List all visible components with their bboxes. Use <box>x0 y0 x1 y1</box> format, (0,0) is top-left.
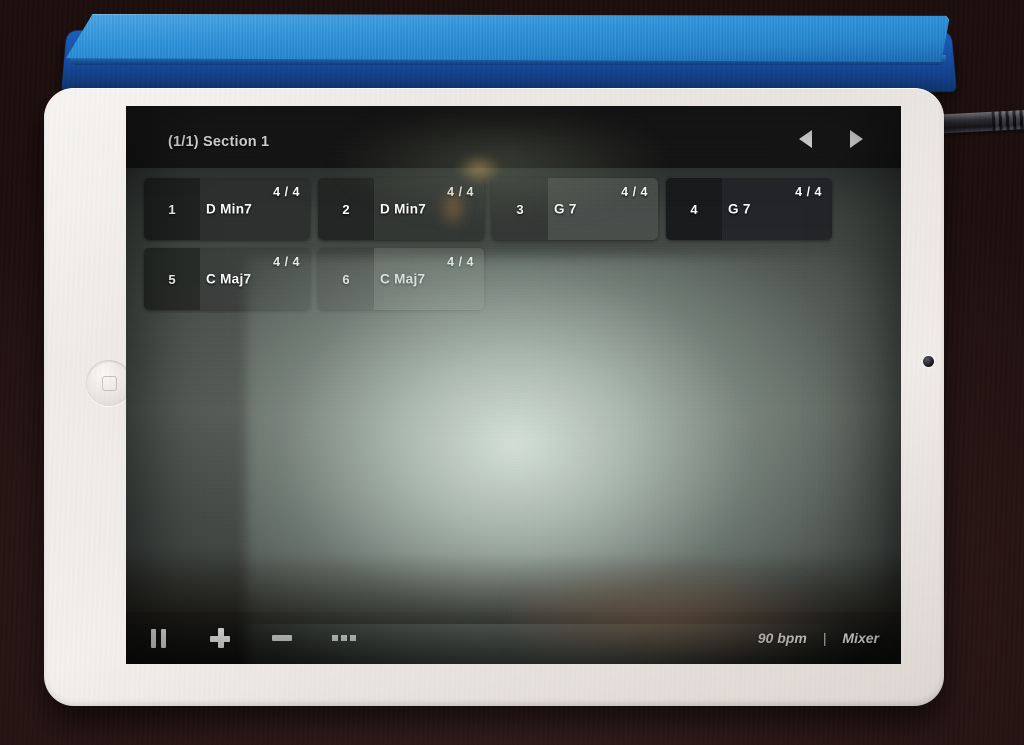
chord-cell-name: G 7 <box>728 202 751 217</box>
ellipsis-icon <box>332 635 356 641</box>
front-camera <box>923 356 934 367</box>
ipad-screen: (1/1) Section 1 1 D Min7 4 / 4 2 D Min7 … <box>126 106 901 664</box>
transport-tools <box>144 612 358 664</box>
plus-icon <box>210 628 230 648</box>
more-options-button[interactable] <box>330 624 358 652</box>
chord-cell-number: 1 <box>144 178 200 240</box>
section-navigation <box>799 130 863 148</box>
previous-section-arrow-icon[interactable] <box>799 130 812 148</box>
chord-grid: 1 D Min7 4 / 4 2 D Min7 4 / 4 3 G 7 4 / … <box>144 178 864 310</box>
chord-cell[interactable]: 3 G 7 4 / 4 <box>492 178 658 240</box>
chord-cell-time-signature: 4 / 4 <box>273 185 300 199</box>
pause-button[interactable] <box>144 624 172 652</box>
chord-cell[interactable]: 5 C Maj7 4 / 4 <box>144 248 310 310</box>
pause-icon <box>151 629 166 648</box>
headphone-cable <box>938 109 1024 133</box>
chord-cell[interactable]: 2 D Min7 4 / 4 <box>318 178 484 240</box>
chord-cell-time-signature: 4 / 4 <box>621 185 648 199</box>
chord-cell-number: 4 <box>666 178 722 240</box>
tempo-value[interactable]: 90 bpm <box>758 630 807 646</box>
chord-cell-name: C Maj7 <box>380 272 425 287</box>
chord-cell-number: 6 <box>318 248 374 310</box>
chord-cell-time-signature: 4 / 4 <box>447 255 474 269</box>
chord-cell-name: G 7 <box>554 202 577 217</box>
next-section-arrow-icon[interactable] <box>850 130 863 148</box>
status-separator: | <box>823 630 827 646</box>
chord-cell[interactable]: 4 G 7 4 / 4 <box>666 178 832 240</box>
chord-cell-time-signature: 4 / 4 <box>273 255 300 269</box>
chord-cell[interactable]: 6 C Maj7 4 / 4 <box>318 248 484 310</box>
chord-cell-time-signature: 4 / 4 <box>447 185 474 199</box>
chord-cell[interactable]: 1 D Min7 4 / 4 <box>144 178 310 240</box>
section-title: (1/1) Section 1 <box>168 134 269 150</box>
home-button-square-icon <box>102 376 117 391</box>
chord-cell-name: D Min7 <box>206 202 252 217</box>
app-bottombar: 90 bpm | Mixer <box>126 612 901 664</box>
chord-cell-name: D Min7 <box>380 202 426 217</box>
add-bar-button[interactable] <box>206 624 234 652</box>
chord-cell-number: 2 <box>318 178 374 240</box>
chord-cell-name: C Maj7 <box>206 272 251 287</box>
mixer-button[interactable]: Mixer <box>842 630 879 646</box>
chord-cell-number: 3 <box>492 178 548 240</box>
chord-cell-number: 5 <box>144 248 200 310</box>
chord-cell-time-signature: 4 / 4 <box>795 185 822 199</box>
ipad-body: (1/1) Section 1 1 D Min7 4 / 4 2 D Min7 … <box>44 88 944 706</box>
photo-scene: (1/1) Section 1 1 D Min7 4 / 4 2 D Min7 … <box>0 0 1024 745</box>
smart-cover <box>66 14 950 62</box>
status-area: 90 bpm | Mixer <box>758 612 879 664</box>
remove-bar-button[interactable] <box>268 624 296 652</box>
minus-icon <box>272 635 292 641</box>
app-topbar: (1/1) Section 1 <box>126 106 901 168</box>
